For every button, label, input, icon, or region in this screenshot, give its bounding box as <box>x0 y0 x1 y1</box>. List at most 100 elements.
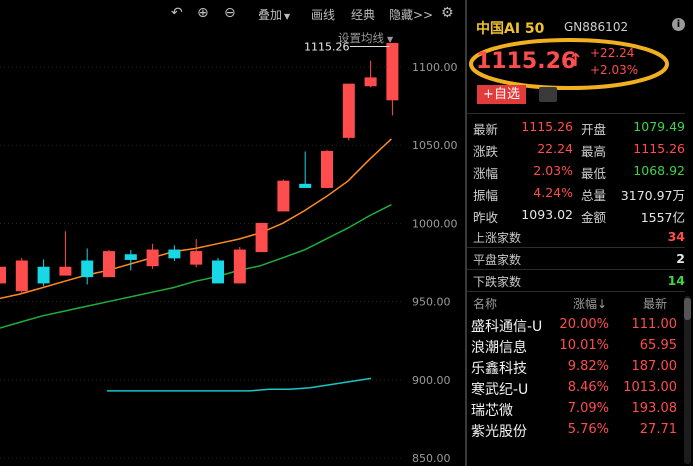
scrollbar-track[interactable] <box>684 296 691 464</box>
candle-body <box>81 260 94 278</box>
stat-value: 1093.02 <box>521 207 573 222</box>
stock-name: 浪潮信息 <box>471 340 527 356</box>
y-tick-label: 950.00 <box>412 296 451 309</box>
price-change-pct: +2.03% <box>590 63 639 77</box>
stat-value: 1115.26 <box>633 141 685 156</box>
chart-plot: 1100.00 1050.00 1000.00 950.00 900.00 850.00 1… <box>0 40 458 465</box>
stock-name: 乐鑫科技 <box>471 361 527 377</box>
up-arrow-icon: ↑ <box>568 50 584 71</box>
stat-label: 金额 <box>581 210 607 225</box>
header-name[interactable]: 名称 <box>473 295 497 312</box>
stat-label: 涨幅 <box>473 166 499 181</box>
y-tick-label: 850.00 <box>412 452 451 465</box>
breadth-label: 下跌家数 <box>473 275 522 289</box>
stat-value: 3170.97万 <box>620 188 685 203</box>
candle-body <box>386 42 399 101</box>
stock-price: 27.71 <box>639 422 677 437</box>
candle-body <box>124 254 137 260</box>
breadth-row: 上涨家数 34 <box>467 226 685 248</box>
stock-name: 紫光股份 <box>471 424 527 440</box>
candle-body <box>212 260 224 284</box>
stock-price: 187.00 <box>631 359 678 374</box>
stock-price: 193.08 <box>631 401 678 416</box>
stat-label: 最新 <box>473 122 499 137</box>
quote-panel: 中国AI 50 GN886102 i 1115.26 ↑ +22.24 +2.0… <box>467 0 693 466</box>
candle-body <box>37 266 50 284</box>
stock-pct: 9.82% <box>567 359 609 374</box>
kline-chart[interactable]: ↶ ⊕ ⊖ 叠加 ▼ 画线 经典 隐藏>> ⚙ 设置均线 ▼ 1100.00 1050… <box>0 0 465 466</box>
y-tick-label: 1050.00 <box>412 139 458 152</box>
index-code: GN886102 <box>564 20 629 34</box>
stat-value: 22.24 <box>537 141 573 156</box>
add-watchlist-button[interactable]: +自选 <box>477 85 526 104</box>
stock-price: 65.95 <box>639 338 677 353</box>
stat-value: 1068.92 <box>633 163 685 178</box>
stock-name: 寒武纪-U <box>471 382 529 398</box>
stat-label: 总量 <box>581 188 607 203</box>
y-tick-label: 1100.00 <box>412 61 458 74</box>
stock-row[interactable]: 寒武纪-U 8.46% 1013.00 <box>467 377 685 399</box>
list-header: 名称 涨幅↓ 最新 <box>467 292 685 314</box>
info-icon[interactable]: i <box>672 18 685 31</box>
candle-body <box>233 249 246 284</box>
stat-label: 开盘 <box>581 122 607 137</box>
stock-name: 盛科通信-U <box>471 319 543 335</box>
stat-row: 最新 1115.26 开盘 1079.49 <box>467 116 685 138</box>
stat-label: 最低 <box>581 166 607 181</box>
chart-icon[interactable] <box>539 87 557 102</box>
index-name: 中国AI 50 <box>476 21 545 37</box>
candle-body <box>0 266 6 284</box>
scrollbar-thumb[interactable] <box>684 298 691 320</box>
stock-pct: 10.01% <box>559 338 609 353</box>
candle-body <box>103 251 115 278</box>
stat-row: 涨幅 2.03% 最低 1068.92 <box>467 160 685 182</box>
stock-row[interactable]: 紫光股份 5.76% 27.71 <box>467 419 685 441</box>
candle-body <box>342 83 355 138</box>
breadth-value: 34 <box>667 229 685 244</box>
candle-body <box>364 77 377 87</box>
candle-body <box>277 180 290 212</box>
ma-cyan-line <box>107 377 372 392</box>
candle-body <box>146 249 159 267</box>
stock-row[interactable]: 盛科通信-U 20.00% 111.00 <box>467 314 685 336</box>
header-latest[interactable]: 最新 <box>643 295 667 312</box>
candle-body <box>321 150 333 188</box>
header-pct[interactable]: 涨幅↓ <box>573 295 607 312</box>
stat-label: 涨跌 <box>473 144 499 159</box>
stock-row[interactable]: 浪潮信息 10.01% 65.95 <box>467 335 685 357</box>
stat-value: 1115.26 <box>521 119 573 134</box>
stock-pct: 7.09% <box>567 401 609 416</box>
breadth-row: 平盘家数 2 <box>467 248 685 270</box>
stat-value: 1557亿 <box>640 210 685 225</box>
last-price-label: 1115.26 <box>304 40 350 53</box>
stock-price: 111.00 <box>631 317 678 332</box>
stock-name: 瑞芯微 <box>471 403 513 419</box>
last-price: 1115.26 <box>476 49 577 74</box>
candle-body <box>59 266 72 276</box>
stat-label: 振幅 <box>473 188 499 203</box>
stock-row[interactable]: 瑞芯微 7.09% 193.08 <box>467 398 685 420</box>
stat-label: 昨收 <box>473 210 499 225</box>
candle-body <box>168 249 181 259</box>
stock-pct: 8.46% <box>567 380 609 395</box>
stat-row: 振幅 4.24% 总量 3170.97万 <box>467 182 685 204</box>
candle-body <box>255 222 268 253</box>
y-tick-label: 1000.00 <box>412 217 458 230</box>
stat-value: 4.24% <box>533 185 573 200</box>
breadth-row: 下跌家数 14 <box>467 270 685 292</box>
candle-body <box>190 251 203 265</box>
stock-pct: 5.76% <box>567 422 609 437</box>
candle-body <box>299 183 312 188</box>
price-change: +22.24 <box>590 46 635 60</box>
breadth-label: 平盘家数 <box>473 253 522 267</box>
stock-price: 1013.00 <box>623 380 677 395</box>
separator <box>467 113 685 114</box>
stat-value: 1079.49 <box>633 119 685 134</box>
candle-body <box>15 260 28 292</box>
stock-row[interactable]: 乐鑫科技 9.82% 187.00 <box>467 356 685 378</box>
stat-row: 昨收 1093.02 金额 1557亿 <box>467 204 685 226</box>
breadth-label: 上涨家数 <box>473 231 522 245</box>
stat-row: 涨跌 22.24 最高 1115.26 <box>467 138 685 160</box>
stat-value: 2.03% <box>533 163 573 178</box>
breadth-value: 14 <box>667 273 685 288</box>
